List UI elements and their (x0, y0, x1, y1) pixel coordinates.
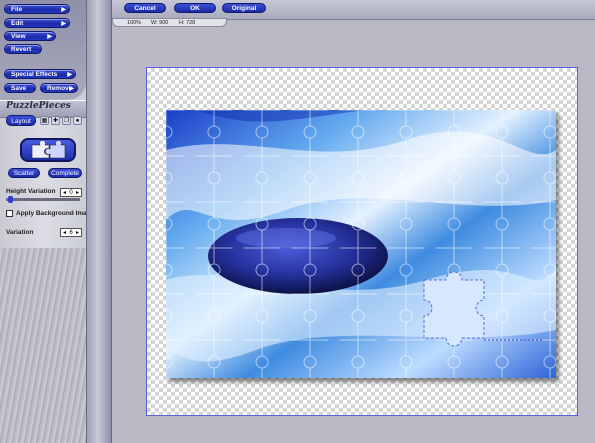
save-button[interactable]: Save (4, 83, 36, 93)
top-bar: Cancel OK Original (112, 0, 595, 20)
puzzle-piece-icon (31, 141, 66, 159)
revert-label: Revert (11, 46, 32, 53)
apply-background-label: Apply Background Image (16, 210, 95, 217)
zoom-readout: 100% (127, 20, 142, 26)
view-menu-label: View (11, 33, 26, 40)
arrow-right-icon: ▶ (61, 7, 66, 13)
copy-icon[interactable]: ❐ (62, 116, 71, 125)
grid-icon[interactable]: ▦ (40, 116, 49, 125)
height-variation-value: 0 (69, 190, 73, 196)
save-label: Save (11, 85, 27, 92)
height-variation-stepper[interactable]: ◂ 0 ▸ (60, 188, 82, 197)
file-menu-label: File (11, 6, 23, 13)
hand-icon[interactable]: ✋ (88, 66, 108, 86)
menu-icon[interactable]: ▼ (88, 366, 108, 386)
ok-button[interactable]: OK (174, 3, 216, 13)
camera-icon[interactable]: ◉ (88, 12, 108, 32)
original-button[interactable]: Original (222, 3, 266, 13)
apply-background-checkbox[interactable] (6, 210, 13, 217)
stepper-right-icon[interactable]: ▸ (76, 189, 79, 196)
remove-button[interactable]: Remove ▶ (40, 83, 78, 93)
piece-icon[interactable]: ✚ (51, 116, 60, 125)
width-readout: W: 900 (151, 20, 169, 26)
cancel-button[interactable]: Cancel (124, 3, 166, 13)
special-effects-label: Special Effects (11, 71, 58, 78)
circle-icon[interactable]: ● (73, 116, 82, 125)
puzzle-preview-button[interactable] (20, 138, 76, 162)
variation-label: Variation (6, 229, 34, 236)
river-rock-photo (166, 110, 556, 378)
panel-toolbar: ▦ ✚ ❐ ● (40, 116, 82, 125)
dial-icon[interactable]: ✺ (84, 38, 108, 62)
height-variation-label: Height Variation (6, 188, 56, 195)
arrow-right-icon: ▶ (69, 86, 74, 92)
arrow-right-icon: ▶ (67, 72, 72, 78)
tab-layout[interactable]: Layout (6, 115, 36, 126)
edit-menu[interactable]: Edit ▶ (4, 18, 70, 28)
special-effects-menu[interactable]: Special Effects ▶ (4, 69, 76, 79)
puzzle-image[interactable] (166, 110, 556, 378)
stepper-right-icon[interactable]: ▸ (76, 229, 79, 236)
left-panel: File ▶ Edit ▶ View ▶ Revert Special Effects… (0, 0, 118, 443)
scatter-button[interactable]: Scatter (8, 168, 40, 178)
complete-button[interactable]: Complete (48, 168, 82, 178)
edit-menu-label: Edit (11, 20, 24, 27)
arrow-right-icon: ▶ (61, 21, 66, 27)
arrow-right-icon: ▶ (47, 34, 52, 40)
view-menu[interactable]: View ▶ (4, 31, 56, 41)
stepper-left-icon[interactable]: ◂ (63, 189, 66, 196)
panel-title: PuzzlePieces (6, 101, 71, 111)
variation-stepper[interactable]: ◂ 6 ▸ (60, 228, 82, 237)
height-variation-slider[interactable] (6, 198, 80, 201)
height-readout: H: 728 (179, 20, 196, 26)
file-menu[interactable]: File ▶ (4, 4, 70, 14)
slider-thumb[interactable] (8, 196, 13, 203)
stepper-left-icon[interactable]: ◂ (63, 229, 66, 236)
image-info-strip: 100% W: 900 H: 728 (112, 18, 227, 27)
variation-value: 6 (69, 230, 73, 236)
revert-button[interactable]: Revert (4, 44, 42, 54)
brushed-metal-panel (0, 248, 86, 443)
